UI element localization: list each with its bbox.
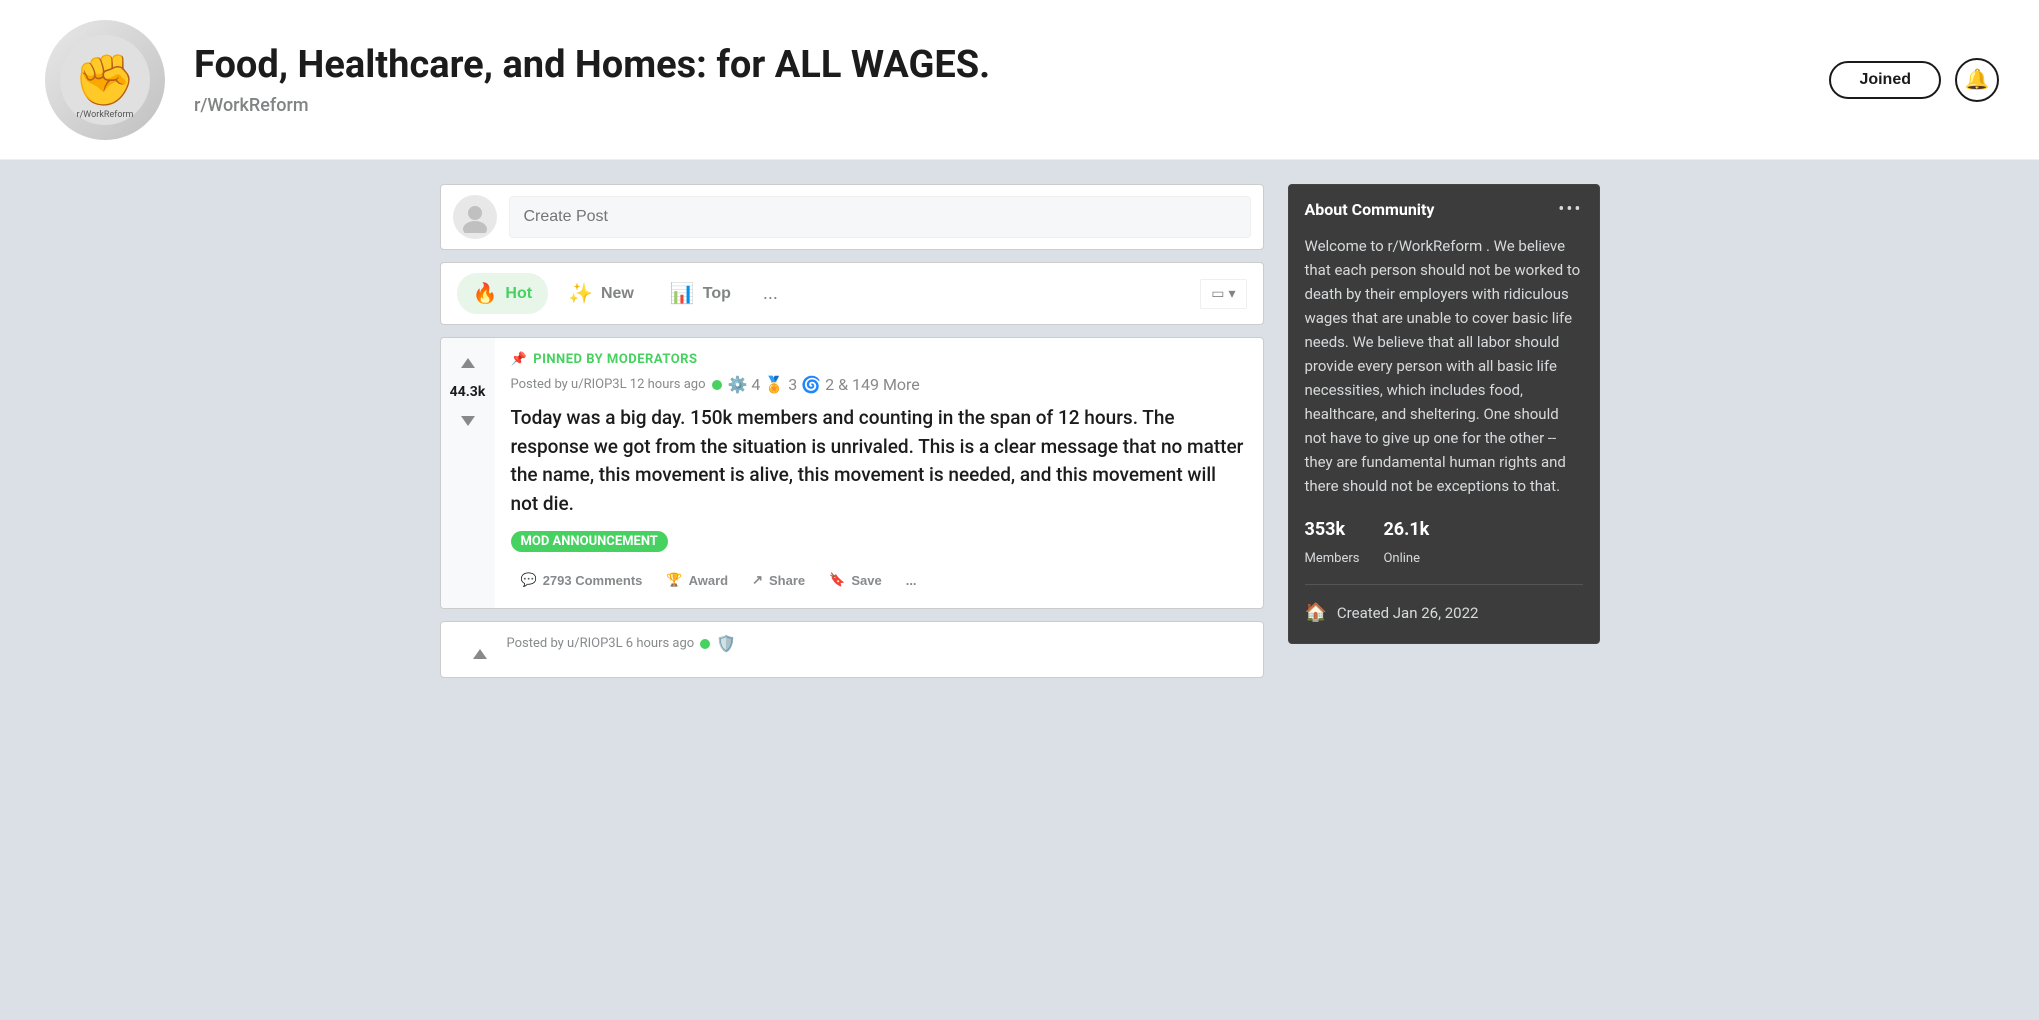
about-stats: 353k Members 26.1k Online (1305, 516, 1583, 570)
sort-new-tab[interactable]: ✨ New (552, 273, 650, 314)
sort-top-tab[interactable]: 📊 Top (654, 273, 747, 314)
vote-count-1: 44.3k (450, 384, 486, 400)
chevron-down-icon: ▾ (1228, 286, 1235, 302)
about-more-button[interactable]: ••• (1558, 199, 1582, 220)
online-value: 26.1k (1383, 516, 1429, 545)
sort-hot-tab[interactable]: 🔥 Hot (457, 273, 549, 314)
about-community-card: About Community ••• Welcome to r/WorkRef… (1288, 184, 1600, 644)
online-label: Online (1383, 551, 1420, 566)
create-post-card (440, 184, 1264, 250)
new-icon: ✨ (568, 281, 593, 306)
post-card-2: Posted by u/RIOP3L 6 hours ago 🛡️ (440, 621, 1264, 678)
right-sidebar: About Community ••• Welcome to r/WorkRef… (1288, 184, 1600, 678)
view-toggle[interactable]: ▭ ▾ (1200, 279, 1246, 309)
members-label: Members (1305, 551, 1360, 566)
upvote-button-1[interactable] (453, 350, 483, 380)
hot-icon: 🔥 (473, 281, 498, 306)
upvote-button-2[interactable] (465, 641, 495, 671)
created-label: Created Jan 26, 2022 (1337, 601, 1479, 625)
award-label-1: Award (689, 573, 729, 588)
pinned-label: 📌 PINNED BY MODERATORS (511, 352, 1247, 367)
top-icon: 📊 (670, 281, 695, 306)
online-stat: 26.1k Online (1383, 516, 1429, 570)
award-icon: 🏆 (666, 572, 682, 588)
downvote-button-1[interactable] (453, 404, 483, 434)
comment-icon: 💬 (521, 572, 537, 588)
hot-label: Hot (505, 285, 532, 303)
share-button-1[interactable]: ↗ Share (742, 566, 815, 594)
save-button-1[interactable]: 🔖 Save (819, 566, 892, 594)
top-label: Top (703, 285, 731, 303)
header-info: Food, Healthcare, and Homes: for ALL WAG… (194, 43, 1805, 116)
svg-text:✊: ✊ (74, 52, 136, 110)
online-indicator (712, 380, 722, 390)
new-label: New (601, 285, 634, 303)
post-preview-row-2: Posted by u/RIOP3L 6 hours ago 🛡️ (441, 622, 1263, 677)
bell-icon: 🔔 (1965, 67, 1990, 92)
comments-label-1: 2793 Comments (543, 573, 643, 588)
vote-column-2 (453, 641, 507, 671)
save-icon: 🔖 (829, 572, 845, 588)
post-author-2: Posted by u/RIOP3L 6 hours ago (507, 636, 695, 651)
post-flair-1: MOD ANNOUNCEMENT (511, 531, 668, 552)
calendar-icon: 🏠 (1305, 599, 1327, 628)
logo-inner: ✊ r/WorkReform (45, 20, 165, 140)
post-card-1: 44.3k 📌 PINNED BY MODERATORS Posted by u… (440, 337, 1264, 609)
sort-more-button[interactable]: ... (751, 275, 790, 312)
members-stat: 353k Members (1305, 516, 1360, 570)
more-button-1[interactable]: ... (896, 567, 927, 594)
award-button-1[interactable]: 🏆 Award (656, 566, 738, 594)
joined-button[interactable]: Joined (1829, 61, 1941, 99)
page-header: ✊ r/WorkReform Food, Healthcare, and Hom… (0, 0, 2039, 160)
view-icon: ▭ (1211, 286, 1224, 302)
created-row: 🏠 Created Jan 26, 2022 (1305, 599, 1583, 628)
post-author-1: Posted by u/RIOP3L 12 hours ago (511, 377, 706, 392)
svg-text:r/WorkReform: r/WorkReform (77, 110, 134, 120)
about-body: Welcome to r/WorkReform . We believe tha… (1289, 234, 1599, 643)
about-divider (1305, 584, 1583, 585)
post-meta-2: Posted by u/RIOP3L 6 hours ago 🛡️ (507, 634, 737, 667)
post-actions-1: 💬 2793 Comments 🏆 Award ↗ Share 🔖 (511, 566, 1247, 594)
members-value: 353k (1305, 516, 1360, 545)
sort-tabs-card: 🔥 Hot ✨ New 📊 Top ... ▭ ▾ (440, 262, 1264, 325)
awards-2: 🛡️ (716, 634, 736, 653)
create-post-input[interactable] (509, 196, 1251, 238)
subreddit-name: r/WorkReform (194, 95, 1805, 116)
subreddit-logo: ✊ r/WorkReform (40, 15, 170, 145)
main-container: 🔥 Hot ✨ New 📊 Top ... ▭ ▾ (420, 160, 1620, 702)
post-title-1[interactable]: Today was a big day. 150k members and co… (511, 404, 1247, 518)
post-meta-1: Posted by u/RIOP3L 12 hours ago ⚙️ 4 🏅 3… (511, 375, 1247, 394)
about-title: About Community (1305, 200, 1435, 219)
awards-1: ⚙️ 4 🏅 3 🌀 2 & 149 More (728, 375, 920, 394)
page-title: Food, Healthcare, and Homes: for ALL WAG… (194, 43, 1805, 89)
user-avatar (453, 195, 497, 239)
header-actions: Joined 🔔 (1829, 58, 1999, 102)
about-header: About Community ••• (1289, 185, 1599, 234)
post-content-1: 📌 PINNED BY MODERATORS Posted by u/RIOP3… (495, 338, 1263, 608)
left-column: 🔥 Hot ✨ New 📊 Top ... ▭ ▾ (440, 184, 1264, 678)
vote-column-1: 44.3k (441, 338, 495, 608)
online-indicator-2 (700, 639, 710, 649)
pinned-text: PINNED BY MODERATORS (533, 352, 697, 367)
share-icon: ↗ (752, 572, 763, 588)
share-label-1: Share (769, 573, 805, 588)
pin-icon: 📌 (511, 352, 528, 367)
save-label-1: Save (851, 573, 881, 588)
notification-bell-button[interactable]: 🔔 (1955, 58, 1999, 102)
about-description: Welcome to r/WorkReform . We believe tha… (1305, 234, 1583, 498)
comments-button-1[interactable]: 💬 2793 Comments (511, 566, 653, 594)
